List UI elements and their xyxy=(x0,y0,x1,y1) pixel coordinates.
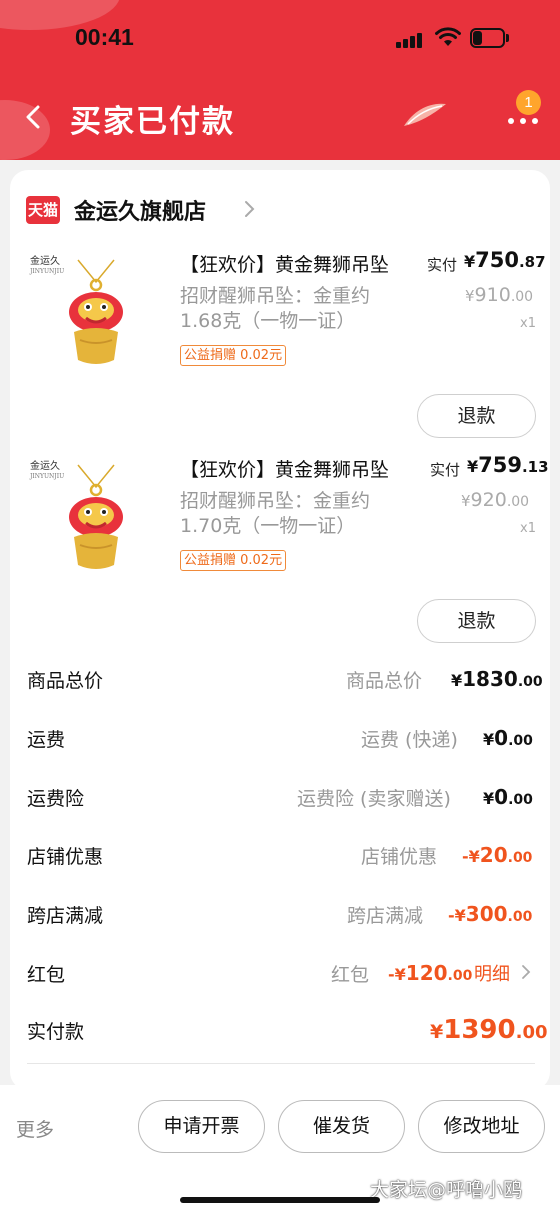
product-item: 金运久 JINYUNJIU 【狂欢价】黄金舞狮吊坠 招财醒狮吊坠：金重约1.68克… xyxy=(10,240,550,440)
fee-description: 红包 xyxy=(331,964,370,986)
product-spec: 招财醒狮吊坠：金重约1.70克（一物一证） xyxy=(180,490,371,537)
battery-icon xyxy=(470,28,510,48)
fee-value: ¥0.00 xyxy=(483,785,533,809)
paid-label: 实付 xyxy=(430,461,461,479)
request-invoice-button[interactable]: 申请开票 xyxy=(138,1100,265,1153)
detail-link[interactable]: 明细 xyxy=(474,960,510,986)
urge-shipping-button[interactable]: 催发货 xyxy=(278,1100,405,1153)
paid-price: ¥750.87 xyxy=(464,248,546,272)
charity-tag: 公益捐赠 0.02元 xyxy=(180,550,287,571)
fee-description: 店铺优惠 xyxy=(361,846,438,868)
bottom-action-bar: 更多 申请开票 催发货 修改地址 大家坛@呼噜小鸥 xyxy=(0,1085,560,1214)
fee-row-cross-store-discount: 跨店满减 跨店满减 -¥300.00 xyxy=(10,901,550,931)
fee-description: 商品总价 xyxy=(346,670,423,692)
fee-value: ¥0.00 xyxy=(483,726,533,750)
watermark: 大家坛@呼噜小鸥 xyxy=(370,1179,523,1201)
product-title[interactable]: 【狂欢价】黄金舞狮吊坠 xyxy=(180,455,408,482)
paid-price: ¥759.13 xyxy=(467,453,549,477)
charity-tag: 公益捐赠 0.02元 xyxy=(180,345,287,366)
fee-value: -¥300.00 xyxy=(448,902,533,926)
fee-value: ¥1830.00 xyxy=(451,667,543,691)
more-link[interactable]: 更多 xyxy=(16,1115,54,1142)
fee-label: 红包 xyxy=(27,964,66,986)
back-arrow-icon[interactable] xyxy=(22,104,44,130)
tmall-logo: 天猫 xyxy=(26,196,60,224)
product-quantity: x1 xyxy=(520,521,536,536)
fee-label: 商品总价 xyxy=(27,670,104,692)
fee-row-shipping: 运费 运费 (快递) ¥0.00 xyxy=(10,725,550,755)
store-name: 金运久旗舰店 xyxy=(74,200,207,225)
fee-label: 跨店满减 xyxy=(27,905,104,927)
product-item: 金运久 JINYUNJIU 【狂欢价】黄金舞狮吊坠 招财醒狮吊坠：金重约1.70克… xyxy=(10,445,550,645)
change-address-button[interactable]: 修改地址 xyxy=(418,1100,545,1153)
product-spec: 招财醒狮吊坠：金重约1.68克（一物一证） xyxy=(180,285,371,332)
fee-label: 运费 xyxy=(27,729,66,751)
chevron-right-icon xyxy=(522,965,531,979)
notification-badge: 1 xyxy=(516,90,541,115)
cellular-signal-icon xyxy=(396,30,426,48)
fee-label: 运费险 xyxy=(27,788,85,810)
divider xyxy=(27,1063,535,1064)
fee-row-store-discount: 店铺优惠 店铺优惠 -¥20.00 xyxy=(10,842,550,872)
original-price: ¥920.00 xyxy=(461,489,530,511)
fee-row-shipping-insurance: 运费险 运费险 (卖家赠送) ¥0.00 xyxy=(10,784,550,814)
product-quantity: x1 xyxy=(520,316,536,331)
fee-row-red-packet: 红包 红包 -¥120.00 明细 xyxy=(10,960,550,990)
total-value: ¥1390.00 xyxy=(430,1015,548,1045)
fee-value: -¥120.00 xyxy=(388,961,473,985)
total-label: 实付款 xyxy=(27,1021,85,1043)
store-header[interactable]: 天猫 金运久旗舰店 xyxy=(26,192,426,226)
product-thumbnail[interactable]: 金运久 JINYUNJIU xyxy=(26,252,166,377)
page-title: 买家已付款 xyxy=(70,104,235,140)
status-bar: 00:41 xyxy=(0,0,560,76)
status-time: 00:41 xyxy=(75,24,134,50)
total-paid-row: 实付款 ¥1390.00 xyxy=(10,1015,550,1051)
fee-description: 运费 (快递) xyxy=(361,729,458,751)
fee-value: -¥20.00 xyxy=(462,843,533,867)
refund-button[interactable]: 退款 xyxy=(417,599,536,643)
order-card: 天猫 金运久旗舰店 金运久 JINYUNJIU 【狂欢价】黄金舞狮吊坠 招财醒狮… xyxy=(10,170,550,1090)
home-indicator[interactable] xyxy=(180,1197,380,1203)
wifi-icon xyxy=(435,27,461,46)
lion-pendant-image xyxy=(69,259,123,364)
chevron-right-icon xyxy=(245,201,255,217)
decorative-feather-icon xyxy=(404,103,446,126)
original-price: ¥910.00 xyxy=(465,284,534,306)
product-title[interactable]: 【狂欢价】黄金舞狮吊坠 xyxy=(180,250,408,277)
fee-description: 运费险 (卖家赠送) xyxy=(297,788,451,810)
lion-pendant-image xyxy=(69,464,123,569)
refund-button[interactable]: 退款 xyxy=(417,394,536,438)
product-thumbnail[interactable]: 金运久 JINYUNJIU xyxy=(26,457,166,582)
fee-row-goods-total: 商品总价 商品总价 ¥1830.00 xyxy=(10,666,550,696)
fee-description: 跨店满减 xyxy=(347,905,424,927)
header-bar: 00:41 买家已付款 1 xyxy=(0,0,560,160)
paid-label: 实付 xyxy=(427,256,458,274)
fee-label: 店铺优惠 xyxy=(27,846,104,868)
